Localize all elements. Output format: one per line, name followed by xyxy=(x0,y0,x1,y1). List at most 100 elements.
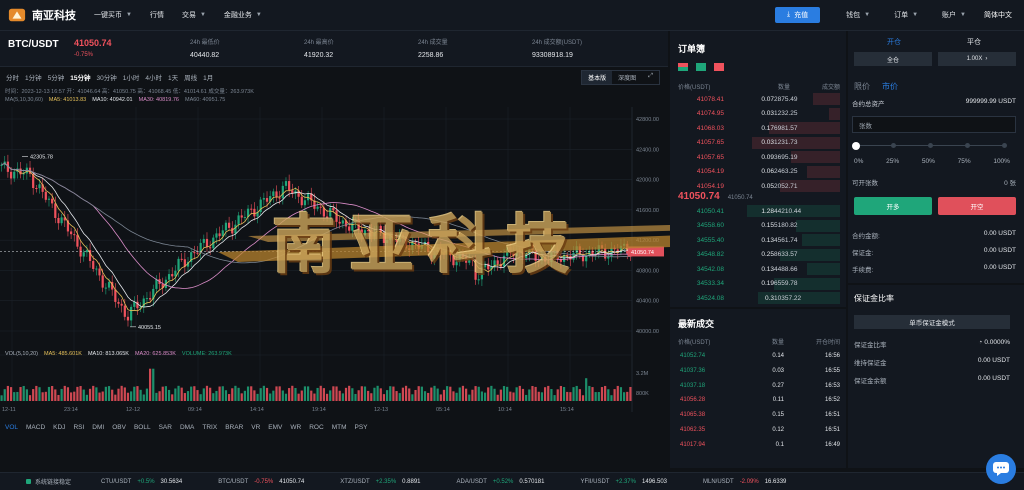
bottom-ticker[interactable]: ADA/USDT +0.52% 0.570181 xyxy=(457,479,551,485)
volume-bar xyxy=(190,386,193,401)
bid-row[interactable]: 34555.40 0.13 4561.74 xyxy=(678,234,840,246)
nav-buy-crypto[interactable]: 一键买币 ▼ xyxy=(94,10,132,20)
tab-close[interactable]: 平仓 xyxy=(934,37,1014,47)
language-switcher[interactable]: 简体中文 xyxy=(984,10,1012,20)
view-depth-button[interactable]: 深度图 xyxy=(612,71,642,84)
x-tick-label: 23:14 xyxy=(64,407,78,413)
ask-row[interactable]: 41057.65 0.09 3695.19 xyxy=(678,151,840,163)
chevron-down-icon: ▼ xyxy=(864,12,871,18)
bid-row[interactable]: 34558.60 0.15 5180.82 xyxy=(678,219,840,232)
nav-markets[interactable]: 行情 xyxy=(150,10,164,20)
ask-row[interactable]: 41054.19 0.06 2463.25 xyxy=(678,165,840,178)
indicator-tab[interactable]: SAR xyxy=(159,424,172,431)
nav-finance[interactable]: 金融业务 ▼ xyxy=(224,10,262,20)
ask-row[interactable]: 41068.03 0.17 6981.57 xyxy=(678,122,840,134)
tab-limit[interactable]: 限价 xyxy=(854,81,870,92)
slider-step[interactable] xyxy=(928,143,933,148)
interval-tab[interactable]: 1小时 xyxy=(123,72,140,82)
interval-tab[interactable]: 周线 xyxy=(184,72,197,82)
bottom-ticker[interactable]: MLN/USDT -2.09% 16.6339 xyxy=(703,479,792,485)
nav-orders[interactable]: 订单 ▼ xyxy=(894,10,918,20)
interval-tab[interactable]: 15分钟 xyxy=(70,72,90,82)
volume-bar xyxy=(376,385,379,401)
candle-body xyxy=(227,222,231,228)
indicator-tab[interactable]: OBV xyxy=(112,424,126,431)
volume-bar xyxy=(297,393,300,401)
nav-account[interactable]: 账户 ▼ xyxy=(942,10,966,20)
bid-row[interactable]: 34524.08 0.3 10357.22 xyxy=(678,292,840,304)
volume-bar xyxy=(278,386,281,401)
indicator-tab[interactable]: TRIX xyxy=(202,424,217,431)
ask-row[interactable]: 41078.41 0.07 2875.49 xyxy=(678,93,840,105)
bottom-ticker[interactable]: YFII/USDT +2.37% 1496.503 xyxy=(580,479,673,485)
layout-both-icon[interactable] xyxy=(678,63,688,71)
chat-support-button[interactable] xyxy=(986,454,1016,484)
indicator-tab[interactable]: ROC xyxy=(309,424,323,431)
volume-bar xyxy=(22,385,25,401)
indicator-tab[interactable]: KDJ xyxy=(53,424,65,431)
ask-row[interactable]: 41074.95 0.03 1232.25 xyxy=(678,107,840,120)
interval-tab[interactable]: 1天 xyxy=(168,72,178,82)
fullscreen-icon[interactable]: ⤢ xyxy=(642,71,659,84)
indicator-tab[interactable]: WR xyxy=(290,424,301,431)
indicator-tab[interactable]: VR xyxy=(251,424,260,431)
indicator-tab[interactable]: DMA xyxy=(180,424,194,431)
indicator-tab[interactable]: RSI xyxy=(73,424,84,431)
layout-asks-icon[interactable] xyxy=(714,63,724,71)
slider-step[interactable] xyxy=(1002,143,1007,148)
quantity-input[interactable]: 张数 xyxy=(852,116,1016,133)
slider-label: 100% xyxy=(993,158,1010,165)
indicator-tab[interactable]: VOL xyxy=(5,424,18,431)
interval-tab[interactable]: 5分钟 xyxy=(48,72,65,82)
view-basic-button[interactable]: 基本版 xyxy=(582,71,613,84)
volume-bar xyxy=(73,391,76,401)
bid-row[interactable]: 41050.41 1.28 44210.44 xyxy=(678,205,840,217)
nav-wallet[interactable]: 钱包 ▼ xyxy=(846,10,870,20)
interval-tab[interactable]: 分时 xyxy=(6,72,19,82)
bid-row[interactable]: 34542.08 0.13 4488.66 xyxy=(678,263,840,275)
interval-tab[interactable]: 4小时 xyxy=(145,72,162,82)
trade-time: 16:56 xyxy=(824,353,840,359)
bid-amount: 4488.66 xyxy=(774,265,798,273)
indicator-tab[interactable]: PSY xyxy=(355,424,368,431)
tab-market[interactable]: 市价 xyxy=(882,81,898,92)
bottom-ticker[interactable]: BTC/USDT -0.75% 41050.74 xyxy=(218,479,310,485)
layout-bids-icon[interactable] xyxy=(696,63,706,71)
bottom-ticker[interactable]: XTZ/USDT +2.35% 0.8891 xyxy=(340,479,426,485)
slider-step[interactable] xyxy=(891,143,896,148)
margin-mode-select[interactable]: 全仓 xyxy=(854,52,932,66)
indicator-tab[interactable]: BOLL xyxy=(134,424,151,431)
candlestick-chart[interactable]: 42800.00 42400.00 42000.00 41600.00 41200.00… xyxy=(0,67,668,423)
slider-step[interactable] xyxy=(965,143,970,148)
indicator-tab[interactable]: MTM xyxy=(332,424,347,431)
open-long-button[interactable]: 开多 xyxy=(854,197,932,215)
interval-tab[interactable]: 1分钟 xyxy=(25,72,42,82)
percent-slider[interactable] xyxy=(852,142,1007,150)
open-short-button[interactable]: 开空 xyxy=(938,197,1016,215)
slider-handle[interactable] xyxy=(852,142,860,150)
indicator-tab[interactable]: DMI xyxy=(92,424,104,431)
nav-trade[interactable]: 交易 ▼ xyxy=(182,10,206,20)
bid-row[interactable]: 34533.34 0.19 6559.78 xyxy=(678,277,840,290)
deposit-button[interactable]: ⤓ 充值 xyxy=(775,7,821,23)
ask-amount: 2463.25 xyxy=(774,168,798,175)
candle-body xyxy=(395,240,398,242)
volume-bar xyxy=(619,387,623,401)
indicator-tab[interactable]: EMV xyxy=(268,424,282,431)
indicator-tab[interactable]: MACD xyxy=(26,424,45,431)
margin-mode-button[interactable]: 单币保证金模式 xyxy=(854,315,1010,329)
trade-price: 41017.94 xyxy=(680,441,706,448)
bottom-ticker[interactable]: CTU/USDT +0.5% 30.5634 xyxy=(101,479,188,485)
brand[interactable]: 南亚科技 xyxy=(8,6,76,24)
ask-row[interactable]: 41057.65 0.03 1231.73 xyxy=(678,136,840,149)
pair-name[interactable]: BTC/USDT xyxy=(8,39,59,50)
volume-bar xyxy=(130,391,133,401)
tab-open[interactable]: 开仓 xyxy=(854,37,934,47)
bid-row[interactable]: 34548.82 0.25 8633.57 xyxy=(678,248,840,261)
volume-value: MA10: 813.065K xyxy=(87,351,129,357)
interval-tab[interactable]: 1月 xyxy=(203,72,213,82)
leverage-select[interactable]: 1.00X › xyxy=(938,52,1016,66)
volume-bar xyxy=(82,389,85,401)
indicator-tab[interactable]: BRAR xyxy=(225,424,243,431)
interval-tab[interactable]: 30分钟 xyxy=(96,72,116,82)
